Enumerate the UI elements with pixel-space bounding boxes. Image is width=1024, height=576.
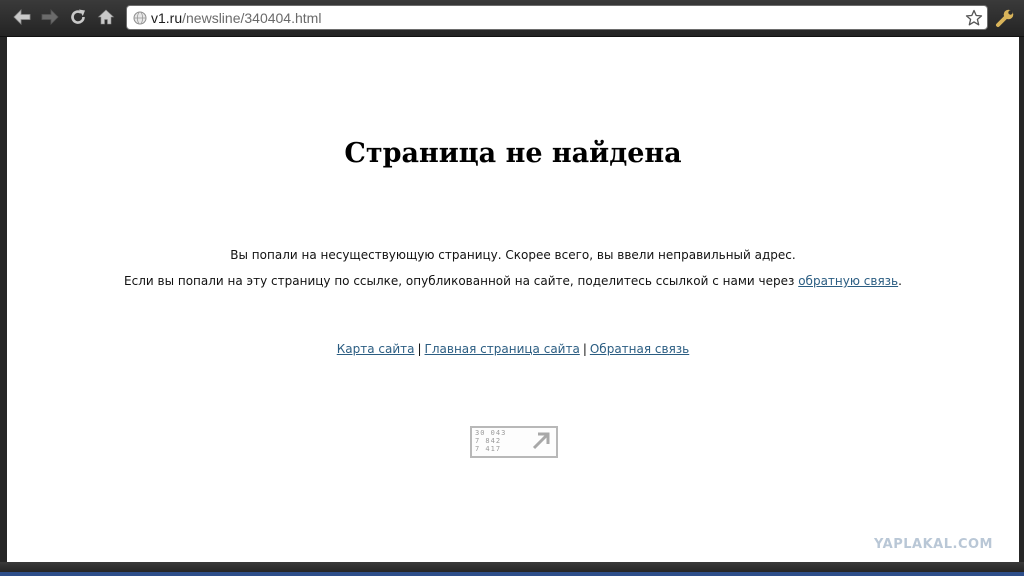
window-bottom-edge: [0, 562, 1024, 576]
link-separator: |: [417, 342, 422, 356]
home-icon[interactable]: [95, 6, 117, 28]
url-text[interactable]: v1.ru/newsline/340404.html: [151, 9, 321, 27]
homepage-link[interactable]: Главная страница сайта: [425, 342, 580, 356]
reload-icon[interactable]: [67, 6, 89, 28]
counter-values: 30 043 7 842 7 417: [475, 429, 506, 453]
report-message-period: .: [898, 274, 902, 288]
link-separator: |: [582, 342, 587, 356]
report-link-message: Если вы попали на эту страницу по ссылке…: [7, 273, 1019, 289]
star-icon[interactable]: [965, 9, 983, 27]
browser-toolbar: v1.ru/newsline/340404.html: [0, 0, 1024, 37]
url-path: /newsline/340404.html: [182, 10, 322, 26]
address-bar[interactable]: v1.ru/newsline/340404.html: [126, 5, 988, 30]
back-arrow-icon[interactable]: [11, 6, 33, 28]
page-viewport: Страница не найдена Вы попали на несущес…: [7, 37, 1019, 562]
wrench-icon[interactable]: [994, 7, 1016, 29]
counter-line: 30 043: [475, 429, 507, 437]
counter-line: 7 842: [475, 437, 502, 445]
globe-icon: [133, 11, 147, 25]
feedback-link[interactable]: Обратная связь: [590, 342, 689, 356]
feedback-inline-link[interactable]: обратную связь: [798, 274, 898, 288]
sitemap-link[interactable]: Карта сайта: [337, 342, 415, 356]
visit-counter[interactable]: 30 043 7 842 7 417: [470, 426, 558, 458]
counter-line: 7 417: [475, 445, 502, 453]
taskbar-edge: [0, 572, 1024, 576]
watermark-logo: YAPLAKAL.COM: [874, 537, 993, 552]
report-message-text: Если вы попали на эту страницу по ссылке…: [124, 274, 799, 288]
url-host: v1.ru: [151, 10, 183, 26]
arrow-up-right-icon: [532, 432, 550, 450]
page-title: Страница не найдена: [344, 138, 682, 169]
not-found-message: Вы попали на несуществующую страницу. Ск…: [230, 248, 796, 262]
footer-links: Карта сайта | Главная страница сайта | Обрат…: [7, 341, 1019, 357]
forward-arrow-icon[interactable]: [39, 6, 61, 28]
